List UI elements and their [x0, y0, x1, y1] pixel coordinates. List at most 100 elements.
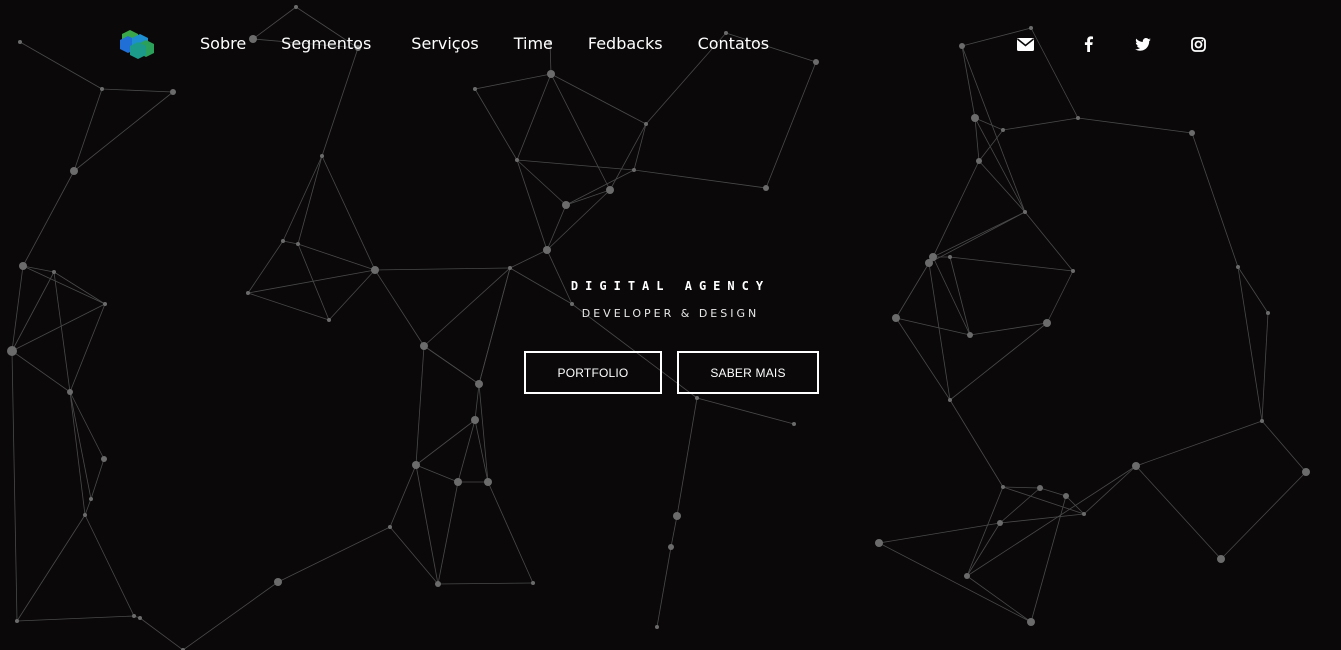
network-node — [1001, 485, 1005, 489]
network-line — [389, 526, 439, 585]
network-line — [1083, 465, 1137, 515]
network-line — [546, 249, 573, 305]
network-node — [763, 185, 769, 191]
nav-segmentos[interactable]: Segmentos — [281, 33, 371, 55]
network-node — [1063, 493, 1069, 499]
network-node — [1236, 265, 1240, 269]
network-line — [999, 487, 1041, 524]
network-node — [695, 396, 699, 400]
network-node — [1260, 419, 1264, 423]
network-line — [73, 91, 174, 172]
network-line — [696, 397, 795, 425]
network-line — [478, 383, 489, 483]
network-node — [1189, 130, 1195, 136]
network-line — [474, 383, 480, 421]
network-node — [632, 168, 636, 172]
nav-contatos[interactable]: Contatos — [698, 33, 770, 55]
network-line — [999, 513, 1085, 524]
network-node — [964, 573, 970, 579]
network-node — [320, 154, 324, 158]
network-node — [484, 478, 492, 486]
nav-time[interactable]: Time — [514, 33, 553, 55]
network-node — [673, 512, 681, 520]
network-line — [676, 397, 698, 517]
network-node — [967, 332, 973, 338]
network-node — [508, 266, 512, 270]
network-line — [609, 123, 647, 191]
network-line — [895, 317, 951, 401]
network-node — [562, 201, 570, 209]
network-line — [474, 419, 489, 483]
envelope-icon[interactable] — [1015, 35, 1035, 53]
network-line — [550, 73, 611, 191]
nav-sobre[interactable]: Sobre — [200, 33, 246, 55]
network-node — [7, 346, 17, 356]
network-node — [948, 398, 952, 402]
network-line — [69, 391, 105, 460]
twitter-icon[interactable] — [1133, 35, 1153, 53]
network-line — [633, 123, 647, 171]
network-node — [792, 422, 796, 426]
network-node — [1043, 319, 1051, 327]
network-line — [415, 345, 425, 466]
network-line — [457, 419, 476, 483]
network-line — [1024, 211, 1074, 272]
network-node — [83, 513, 87, 517]
hexagon-cubes-logo[interactable] — [118, 26, 158, 60]
network-line — [966, 575, 1032, 623]
network-line — [1191, 132, 1239, 268]
network-line — [84, 498, 92, 516]
network-line — [1261, 312, 1269, 422]
nav-servicos[interactable]: Serviços — [411, 33, 478, 55]
facebook-icon[interactable] — [1078, 35, 1098, 53]
network-node — [435, 581, 441, 587]
network-node — [101, 456, 107, 462]
network-line — [415, 464, 439, 585]
particle-network-background — [7, 5, 1310, 650]
saber-mais-button[interactable]: SABER MAIS — [677, 351, 819, 394]
network-line — [474, 88, 518, 161]
network-node — [606, 186, 614, 194]
network-line — [878, 542, 1032, 623]
portfolio-button[interactable]: PORTFOLIO — [524, 351, 662, 394]
network-node — [976, 158, 982, 164]
network-line — [656, 546, 672, 628]
network-node — [89, 497, 93, 501]
network-node — [1082, 512, 1086, 516]
network-node — [296, 242, 300, 246]
network-line — [966, 486, 1004, 577]
network-node — [52, 270, 56, 274]
network-line — [670, 515, 678, 548]
network-line — [437, 582, 534, 585]
network-node — [103, 302, 107, 306]
network-node — [948, 255, 952, 259]
network-node — [15, 619, 19, 623]
network-line — [1261, 420, 1307, 473]
network-node — [1001, 128, 1005, 132]
network-line — [1220, 471, 1307, 560]
network-node — [475, 380, 483, 388]
network-line — [73, 88, 103, 172]
instagram-icon[interactable] — [1188, 35, 1208, 53]
network-node — [668, 544, 674, 550]
network-line — [974, 117, 1004, 131]
network-node — [70, 167, 78, 175]
network-line — [932, 160, 980, 258]
network-node — [471, 416, 479, 424]
network-node — [454, 478, 462, 486]
network-line — [565, 189, 611, 206]
nav-fedbacks[interactable]: Fedbacks — [588, 33, 663, 55]
network-line — [633, 169, 767, 189]
network-line — [415, 419, 476, 466]
network-line — [1039, 487, 1067, 497]
network-line — [282, 240, 299, 245]
network-line — [69, 391, 86, 516]
network-line — [16, 615, 135, 622]
network-line — [895, 317, 971, 336]
network-node — [371, 266, 379, 274]
network-node — [543, 246, 551, 254]
network-line — [949, 256, 1074, 272]
network-line — [509, 249, 548, 269]
network-line — [423, 345, 480, 385]
network-node — [1217, 555, 1225, 563]
